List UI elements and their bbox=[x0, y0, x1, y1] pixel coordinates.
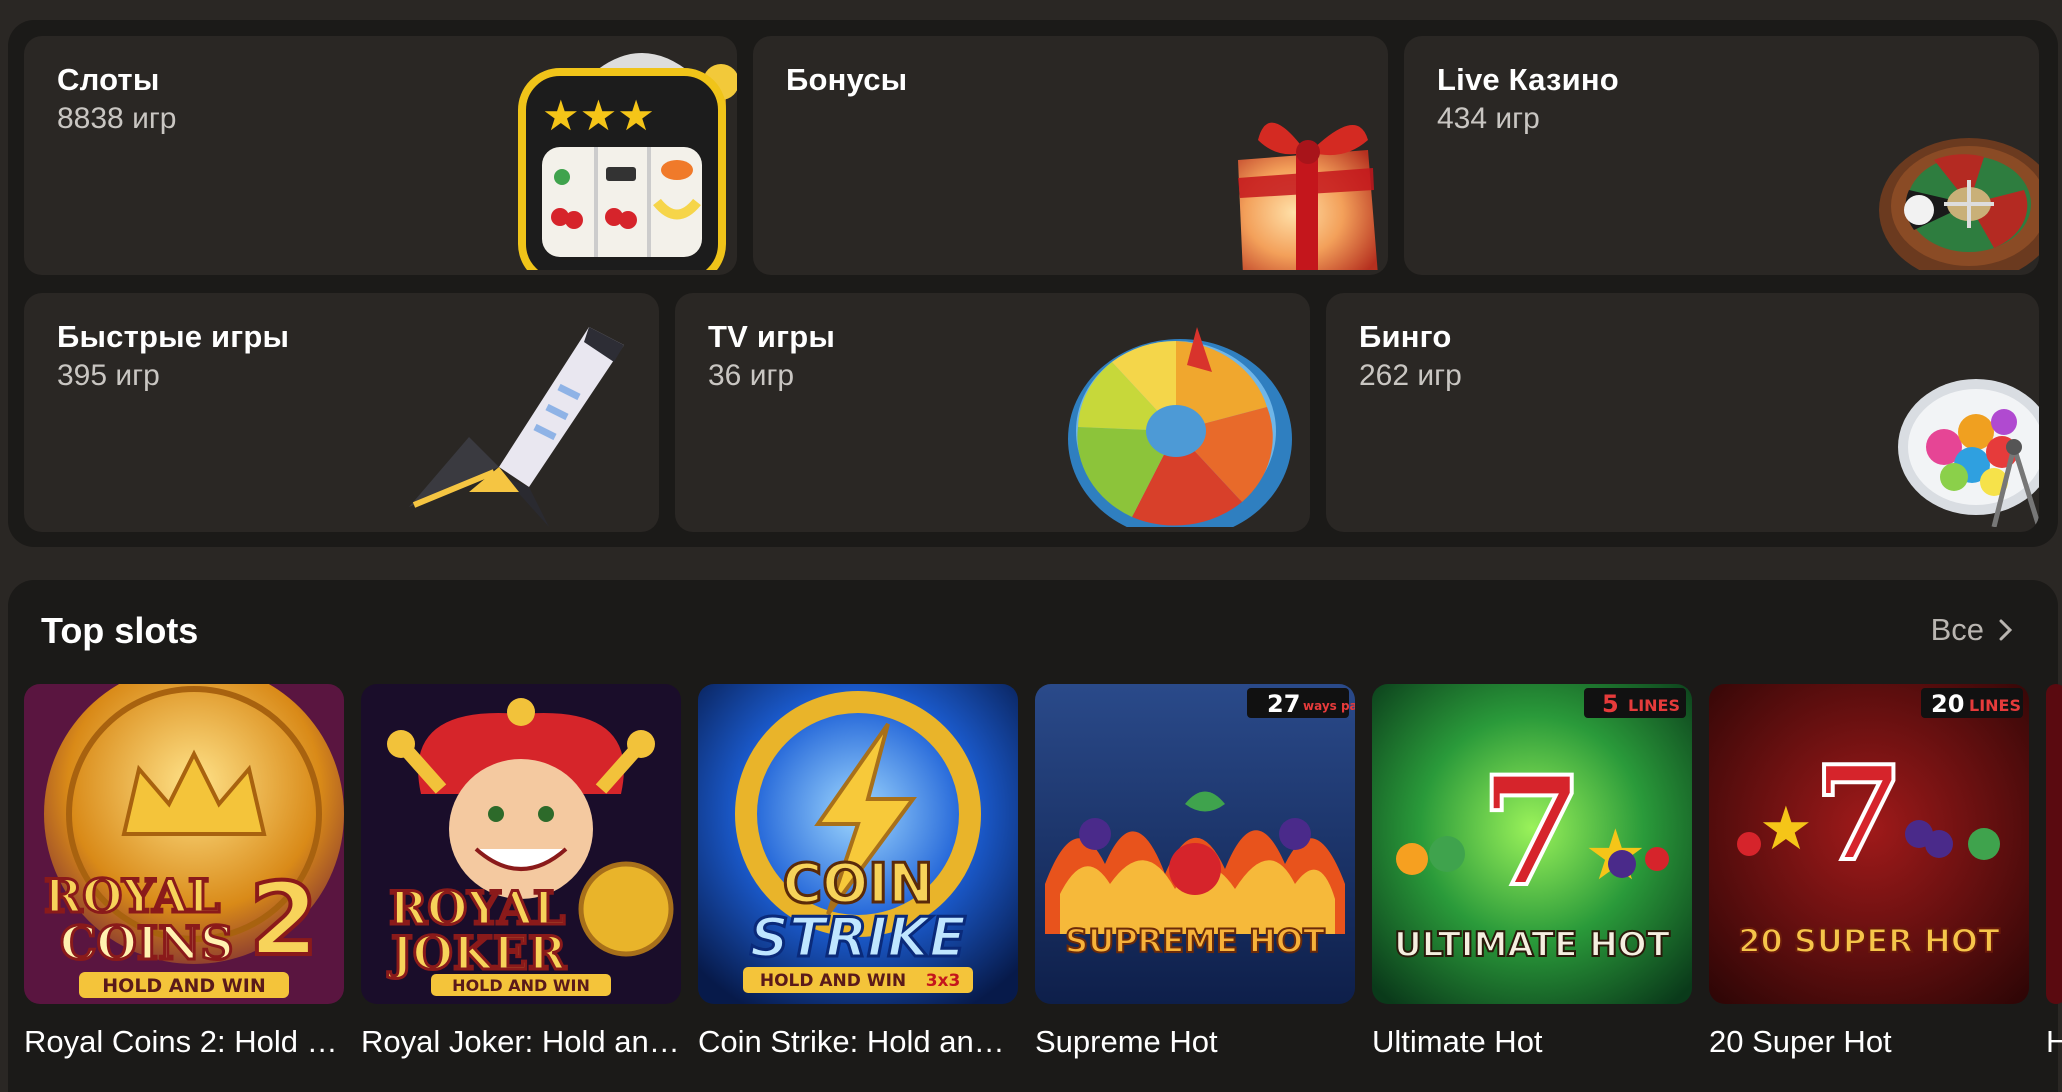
game-tile-partial[interactable]: H bbox=[2046, 684, 2062, 1060]
game-tile-supreme-hot[interactable]: 27 ways pay SUPREME HOT Supreme Hot bbox=[1035, 684, 1355, 1060]
game-thumbnail: 20 LINES 7 ★ 20 SUPER HOT bbox=[1709, 684, 2029, 1004]
art-text: HOLD AND WIN bbox=[760, 971, 906, 991]
svg-text:★: ★ bbox=[1759, 794, 1813, 864]
art-text: SUPREME HOT bbox=[1065, 922, 1325, 960]
see-all-label: Все bbox=[1930, 612, 1984, 647]
svg-text:7: 7 bbox=[1480, 744, 1584, 920]
category-title: Live Казино bbox=[1437, 62, 1619, 97]
category-card-tv-games[interactable]: TV игры 36 игр bbox=[675, 293, 1310, 532]
game-name: Royal Coins 2: Hold … bbox=[24, 1024, 338, 1059]
art-text: COINS bbox=[60, 916, 233, 970]
game-name: 20 Super Hot bbox=[1709, 1024, 1892, 1059]
categories-panel: Слоты 8838 игр ★★★ Бонусы Live Казино 43… bbox=[8, 20, 2058, 547]
category-title: TV игры bbox=[708, 319, 836, 354]
art-text: 3x3 bbox=[926, 971, 961, 991]
game-thumbnail: 27 ways pay SUPREME HOT bbox=[1035, 684, 1355, 1004]
category-card-slots[interactable]: Слоты 8838 игр ★★★ bbox=[24, 36, 737, 275]
game-name: H bbox=[2046, 1024, 2062, 1059]
art-text: STRIKE bbox=[750, 906, 966, 969]
category-count: 434 игр bbox=[1437, 102, 1540, 135]
game-name: Coin Strike: Hold an… bbox=[698, 1024, 1005, 1059]
game-thumbnail bbox=[2046, 684, 2062, 1004]
rocket-icon bbox=[409, 317, 639, 532]
category-title: Бонусы bbox=[786, 62, 908, 97]
chevron-right-icon bbox=[1999, 619, 2013, 641]
wheel-of-fortune-icon bbox=[1062, 327, 1302, 532]
game-tile-royal-coins-2[interactable]: ROYAL COINS 2 HOLD AND WIN Royal Coins 2… bbox=[24, 684, 344, 1060]
category-count: 8838 игр bbox=[57, 102, 177, 135]
game-tile-royal-joker[interactable]: ROYAL JOKER HOLD AND WIN Royal Joker: Ho… bbox=[361, 684, 681, 1060]
art-text: ROYAL bbox=[44, 869, 220, 923]
top-slots-section: Top slots Все ROYAL COINS 2 HOLD AND WIN… bbox=[8, 580, 2062, 1092]
slot-machine-icon: ★★★ bbox=[502, 42, 737, 275]
art-text: HOLD AND WIN bbox=[452, 976, 590, 995]
art-text: JOKER bbox=[387, 926, 567, 980]
category-card-bonuses[interactable]: Бонусы bbox=[753, 36, 1388, 275]
gift-box-icon bbox=[1218, 100, 1388, 275]
svg-text:7: 7 bbox=[1814, 737, 1904, 890]
game-name: Royal Joker: Hold an… bbox=[361, 1024, 680, 1059]
game-tile-coin-strike[interactable]: COIN STRIKE HOLD AND WIN 3x3 Coin Strike… bbox=[698, 684, 1018, 1060]
category-count: 395 игр bbox=[57, 359, 160, 392]
art-text: LINES bbox=[1628, 696, 1680, 715]
art-text: LINES bbox=[1969, 696, 2021, 715]
category-title: Быстрые игры bbox=[57, 319, 290, 354]
art-text: 20 SUPER HOT bbox=[1738, 922, 2000, 960]
section-title: Top slots bbox=[41, 610, 199, 651]
category-card-fast-games[interactable]: Быстрые игры 395 игр bbox=[24, 293, 659, 532]
art-text: HOLD AND WIN bbox=[102, 975, 265, 997]
game-name: Supreme Hot bbox=[1035, 1024, 1218, 1059]
art-text: ways pay bbox=[1303, 699, 1355, 713]
art-text: ULTIMATE HOT bbox=[1394, 925, 1671, 965]
category-count: 36 игр bbox=[708, 359, 795, 392]
art-text: 20 bbox=[1931, 690, 1964, 718]
svg-text:★★★: ★★★ bbox=[542, 91, 655, 140]
art-text: 27 bbox=[1267, 690, 1300, 718]
game-name: Ultimate Hot bbox=[1372, 1024, 1543, 1059]
art-text: 5 bbox=[1602, 690, 1619, 718]
see-all-link[interactable]: Все bbox=[1931, 612, 2014, 648]
category-title: Бинго bbox=[1359, 319, 1452, 354]
game-thumbnail: ROYAL COINS 2 HOLD AND WIN bbox=[24, 684, 344, 1004]
game-tile-ultimate-hot[interactable]: 5 LINES 7 ★ ULTIMATE HOT Ultimate Hot bbox=[1372, 684, 1692, 1060]
category-title: Слоты bbox=[57, 62, 160, 97]
category-count: 262 игр bbox=[1359, 359, 1462, 392]
game-tile-20-super-hot[interactable]: 20 LINES 7 ★ 20 SUPER HOT 20 Super Hot bbox=[1709, 684, 2029, 1060]
roulette-wheel-icon bbox=[1874, 130, 2039, 275]
game-thumbnail: ROYAL JOKER HOLD AND WIN bbox=[361, 684, 681, 1004]
bingo-drum-icon bbox=[1894, 377, 2039, 532]
art-text: 2 bbox=[249, 861, 319, 978]
category-card-live-casino[interactable]: Live Казино 434 игр bbox=[1404, 36, 2039, 275]
game-thumbnail: COIN STRIKE HOLD AND WIN 3x3 bbox=[698, 684, 1018, 1004]
game-thumbnail: 5 LINES 7 ★ ULTIMATE HOT bbox=[1372, 684, 1692, 1004]
category-card-bingo[interactable]: Бинго 262 игр bbox=[1326, 293, 2039, 532]
